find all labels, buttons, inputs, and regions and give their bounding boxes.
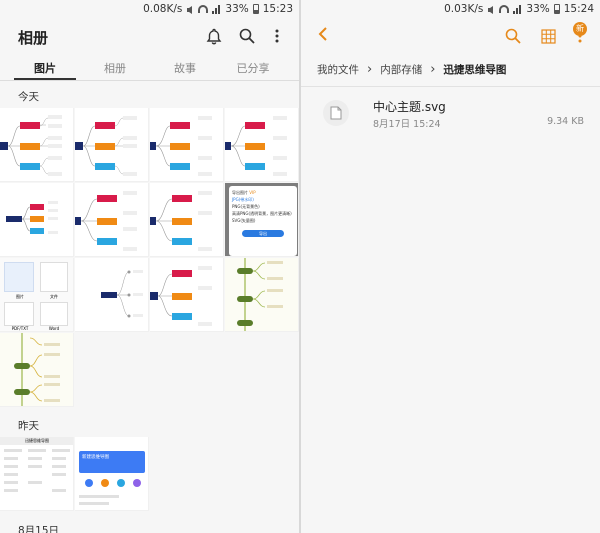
search-icon[interactable] bbox=[503, 26, 523, 46]
app-screenshot-thumbnail[interactable]: 迅捷思维导图 bbox=[0, 437, 74, 511]
mindmap-thumbnail[interactable] bbox=[75, 183, 149, 257]
breadcrumb-item[interactable]: 内部存储 bbox=[380, 62, 422, 77]
chevron-right-icon: › bbox=[367, 62, 373, 77]
file-row[interactable]: 中心主题.svg 8月17日 15:24 9.34 KB bbox=[301, 92, 600, 136]
battery-icon bbox=[252, 4, 259, 14]
status-bar: 0.03K/s 33% 15:24 bbox=[301, 0, 600, 18]
gallery-tabs: 图片 相册 故事 已分享 bbox=[0, 56, 299, 80]
grid-view-icon[interactable] bbox=[538, 26, 558, 46]
tab-pictures[interactable]: 图片 bbox=[14, 60, 76, 76]
more-options-icon[interactable] bbox=[267, 26, 287, 46]
gallery-screen: 0.08K/s 33% 15:23 相册 图片 相册 故事 已分享 今天 导出图… bbox=[0, 0, 299, 533]
mindmap-thumbnail[interactable] bbox=[225, 108, 299, 182]
export-button: 导出 bbox=[242, 230, 284, 237]
pdf-icon bbox=[4, 302, 34, 326]
back-arrow-icon[interactable] bbox=[315, 24, 331, 44]
chip-label: PDF/TXT bbox=[11, 326, 29, 331]
section-today: 今天 bbox=[18, 91, 39, 103]
dialog-option: SVG(矢量图) bbox=[232, 218, 256, 223]
tab-albums[interactable]: 相册 bbox=[84, 60, 146, 76]
signal-icon bbox=[212, 4, 221, 14]
battery-percent: 33% bbox=[225, 3, 249, 15]
battery-percent: 33% bbox=[526, 3, 550, 15]
mindmap-thumbnail[interactable] bbox=[0, 108, 74, 182]
mindmap-thumbnail[interactable] bbox=[75, 108, 149, 182]
dialog-option: JPG(带水印) bbox=[232, 197, 254, 202]
search-icon[interactable] bbox=[237, 26, 257, 46]
dialog-title: 导出图片 bbox=[232, 190, 248, 195]
mindmap-thumbnail[interactable] bbox=[150, 108, 224, 182]
status-bar: 0.08K/s 33% 15:23 bbox=[0, 0, 299, 18]
wifi-icon bbox=[499, 5, 510, 13]
breadcrumb-current: 迅捷思维导图 bbox=[443, 64, 507, 76]
app-bar: 新 bbox=[301, 18, 600, 52]
mindmap-thumbnail[interactable] bbox=[225, 258, 299, 332]
wifi-icon bbox=[198, 5, 209, 13]
mute-icon bbox=[186, 5, 194, 14]
section-aug15: 8月15日 bbox=[18, 525, 60, 533]
mute-icon bbox=[487, 5, 495, 14]
tabs-divider bbox=[0, 80, 299, 81]
network-speed: 0.03K/s bbox=[444, 3, 484, 15]
vip-badge: VIP bbox=[249, 190, 256, 195]
thumb-title: 迅捷思维导图 bbox=[0, 437, 73, 445]
word-icon bbox=[40, 302, 68, 326]
file-date: 8月17日 15:24 bbox=[373, 119, 441, 130]
new-badge: 新 bbox=[573, 22, 587, 36]
mindmap-thumbnail[interactable] bbox=[0, 333, 74, 407]
clock: 15:23 bbox=[262, 3, 293, 15]
export-dialog-thumbnail[interactable]: 导出图片 VIP JPG(带水印) PNG(无背景色) 高清PNG(透明背景，图… bbox=[225, 183, 299, 257]
breadcrumb: 我的文件 › 内部存储 › 迅捷思维导图 bbox=[317, 62, 506, 77]
file-manager-screen: 0.03K/s 33% 15:24 新 我的文件 › 内部存储 › 迅捷思维导图… bbox=[301, 0, 600, 533]
file-size: 9.34 KB bbox=[547, 116, 584, 127]
file-picker-thumbnail[interactable]: 图片 文件 PDF/TXT Word bbox=[0, 258, 74, 332]
export-dialog: 导出图片 VIP JPG(带水印) PNG(无背景色) 高清PNG(透明背景，图… bbox=[229, 186, 297, 256]
picture-icon bbox=[4, 262, 34, 292]
battery-icon bbox=[553, 4, 560, 14]
dialog-option: PNG(无背景色) bbox=[232, 204, 260, 209]
page-title: 相册 bbox=[18, 29, 49, 47]
chip-label: 图片 bbox=[16, 294, 24, 299]
signal-icon bbox=[513, 4, 522, 14]
file-icon bbox=[40, 262, 68, 292]
screenshot-composite: 0.08K/s 33% 15:23 相册 图片 相册 故事 已分享 今天 导出图… bbox=[0, 0, 600, 533]
chevron-right-icon: › bbox=[430, 62, 436, 77]
mindmap-thumbnail[interactable] bbox=[150, 183, 224, 257]
bell-icon[interactable] bbox=[204, 26, 224, 46]
mindmap-thumbnail[interactable] bbox=[150, 258, 224, 332]
mindmap-thumbnail[interactable] bbox=[0, 183, 74, 257]
document-icon bbox=[323, 100, 349, 126]
tab-shared[interactable]: 已分享 bbox=[222, 60, 284, 76]
mindmap-thumbnail[interactable] bbox=[75, 258, 149, 332]
chip-label: Word bbox=[48, 326, 60, 331]
network-speed: 0.08K/s bbox=[143, 3, 183, 15]
header-divider bbox=[301, 86, 600, 87]
chip-label: 文件 bbox=[50, 294, 58, 299]
tab-stories[interactable]: 故事 bbox=[154, 60, 216, 76]
clock: 15:24 bbox=[563, 3, 594, 15]
app-screenshot-thumbnail[interactable]: 新建思维导图 bbox=[75, 437, 149, 511]
section-yesterday: 昨天 bbox=[18, 420, 39, 432]
thumb-banner: 新建思维导图 bbox=[79, 451, 145, 473]
app-bar: 相册 bbox=[0, 18, 299, 54]
file-name: 中心主题.svg bbox=[373, 100, 446, 114]
dialog-option: 高清PNG(透明背景，图片更清晰) bbox=[232, 211, 292, 216]
breadcrumb-item[interactable]: 我的文件 bbox=[317, 62, 359, 77]
